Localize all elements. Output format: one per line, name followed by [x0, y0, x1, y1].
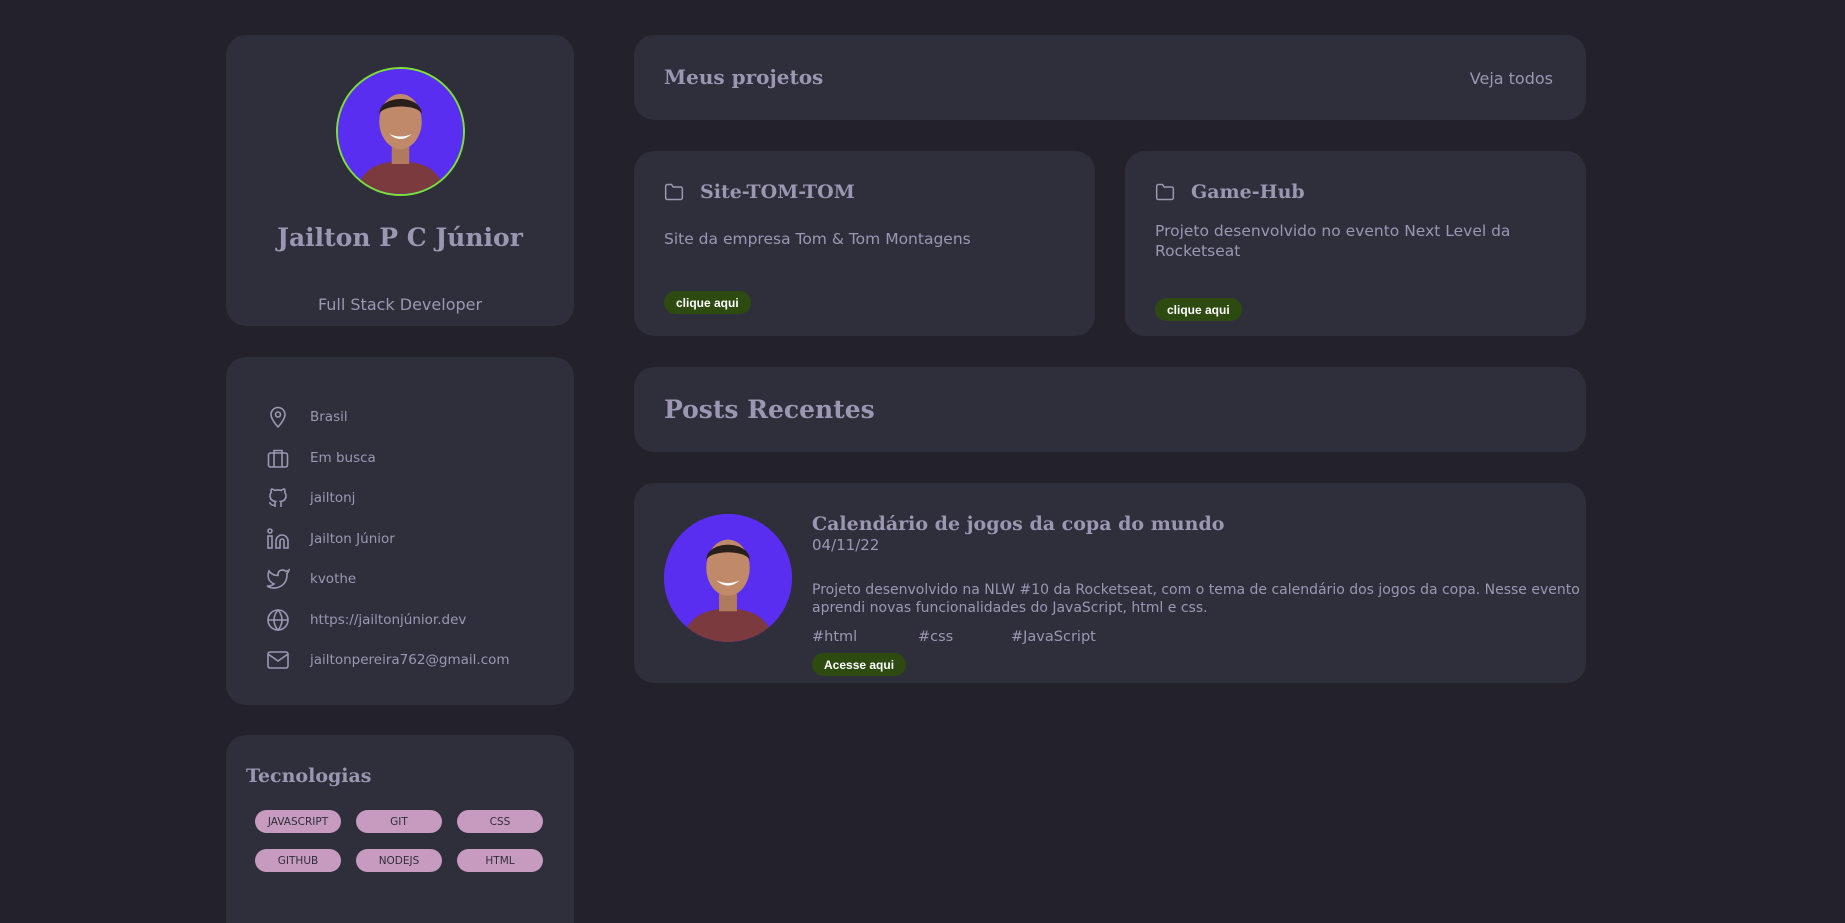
contact-website-label[interactable]: https://jailtonjúnior.dev: [310, 612, 466, 628]
projects-title: Meus projetos: [664, 65, 824, 89]
avatar-photo: [338, 69, 463, 194]
project-card: Site-TOM-TOM Site da empresa Tom & Tom M…: [634, 151, 1095, 336]
linkedin-icon: [267, 527, 289, 549]
folder-icon: [664, 183, 684, 201]
contact-twitter[interactable]: kvothe: [266, 559, 510, 600]
post-hashtags: #html #css #JavaScript: [812, 629, 1096, 645]
profile-name: Jailton P C Júnior: [277, 223, 523, 252]
hashtag: #html: [812, 629, 858, 645]
hashtag: #css: [918, 629, 954, 645]
project-description: Site da empresa Tom & Tom Montagens: [664, 230, 971, 248]
tech-tag: JAVASCRIPT: [255, 810, 341, 833]
contact-email[interactable]: jailtonpereira762@gmail.com: [266, 640, 510, 681]
location-pin-icon: [270, 406, 286, 429]
contact-email-label[interactable]: jailtonpereira762@gmail.com: [310, 652, 510, 668]
hashtag: #JavaScript: [1011, 629, 1096, 645]
contact-github[interactable]: jailtonj: [266, 478, 510, 519]
post-card: Calendário de jogos da copa do mundo 04/…: [634, 483, 1586, 683]
post-avatar: [664, 514, 792, 642]
contact-status: Em busca: [266, 438, 510, 479]
project-link-button[interactable]: clique aqui: [664, 291, 751, 314]
post-title[interactable]: Calendário de jogos da copa do mundo: [812, 513, 1224, 535]
twitter-icon: [266, 568, 290, 589]
projects-header: Meus projetos Veja todos: [634, 35, 1586, 120]
contact-location: Brasil: [266, 397, 510, 438]
contact-list: Brasil Em busca jailtonj Jailton Júnior …: [266, 397, 510, 681]
posts-header: Posts Recentes: [634, 367, 1586, 452]
post-date: 04/11/22: [812, 536, 880, 554]
post-description: Projeto desenvolvido na NLW #10 da Rocke…: [812, 582, 1580, 616]
contact-linkedin-label[interactable]: Jailton Júnior: [310, 531, 395, 547]
contact-status-label: Em busca: [310, 449, 376, 466]
tech-tags: JAVASCRIPT GIT CSS GITHUB NODEJS HTML: [255, 810, 555, 872]
post-access-button[interactable]: Acesse aqui: [812, 653, 907, 676]
mail-icon: [267, 651, 289, 670]
avatar: [336, 67, 465, 196]
globe-icon: [267, 608, 289, 631]
project-title: Game-Hub: [1191, 181, 1305, 203]
contact-card: Brasil Em busca jailtonj Jailton Júnior …: [226, 357, 574, 705]
folder-icon: [1155, 183, 1175, 201]
avatar-photo: [664, 514, 792, 642]
posts-title: Posts Recentes: [664, 395, 875, 424]
tech-tag: HTML: [457, 849, 543, 872]
contact-twitter-label[interactable]: kvothe: [310, 571, 356, 587]
tech-tag: GITHUB: [255, 849, 341, 872]
tech-tag: NODEJS: [356, 849, 442, 872]
project-description: Projeto desenvolvido no evento Next Leve…: [1155, 222, 1511, 260]
profile-card: Jailton P C Júnior Full Stack Developer: [226, 35, 574, 326]
tech-title: Tecnologias: [246, 765, 372, 787]
tech-tag: CSS: [457, 810, 543, 833]
project-head: Game-Hub: [1155, 181, 1305, 203]
see-all-link[interactable]: Veja todos: [1470, 69, 1553, 88]
briefcase-icon: [267, 449, 289, 468]
tech-card: Tecnologias JAVASCRIPT GIT CSS GITHUB NO…: [226, 735, 574, 923]
contact-website[interactable]: https://jailtonjúnior.dev: [266, 600, 510, 641]
github-icon: [268, 488, 287, 508]
contact-github-label[interactable]: jailtonj: [310, 490, 355, 506]
profile-role: Full Stack Developer: [317, 295, 483, 314]
project-title: Site-TOM-TOM: [700, 181, 855, 203]
project-head: Site-TOM-TOM: [664, 181, 855, 203]
contact-linkedin[interactable]: Jailton Júnior: [266, 519, 510, 560]
contact-location-label: Brasil: [310, 409, 348, 426]
project-link-button[interactable]: clique aqui: [1155, 298, 1242, 321]
project-card: Game-Hub Projeto desenvolvido no evento …: [1125, 151, 1586, 336]
tech-tag: GIT: [356, 810, 442, 833]
